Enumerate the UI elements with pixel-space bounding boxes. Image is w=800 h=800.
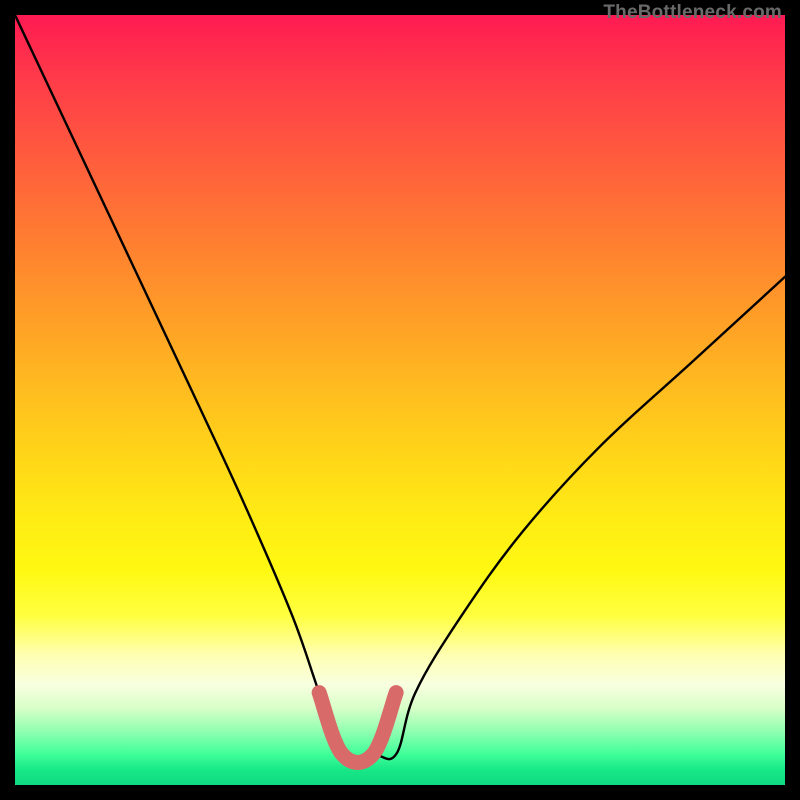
valley-highlight	[319, 693, 396, 763]
chart-svg	[15, 15, 785, 785]
bottleneck-curve	[15, 15, 785, 759]
chart-plot-area	[15, 15, 785, 785]
chart-frame: TheBottleneck.com	[0, 0, 800, 800]
